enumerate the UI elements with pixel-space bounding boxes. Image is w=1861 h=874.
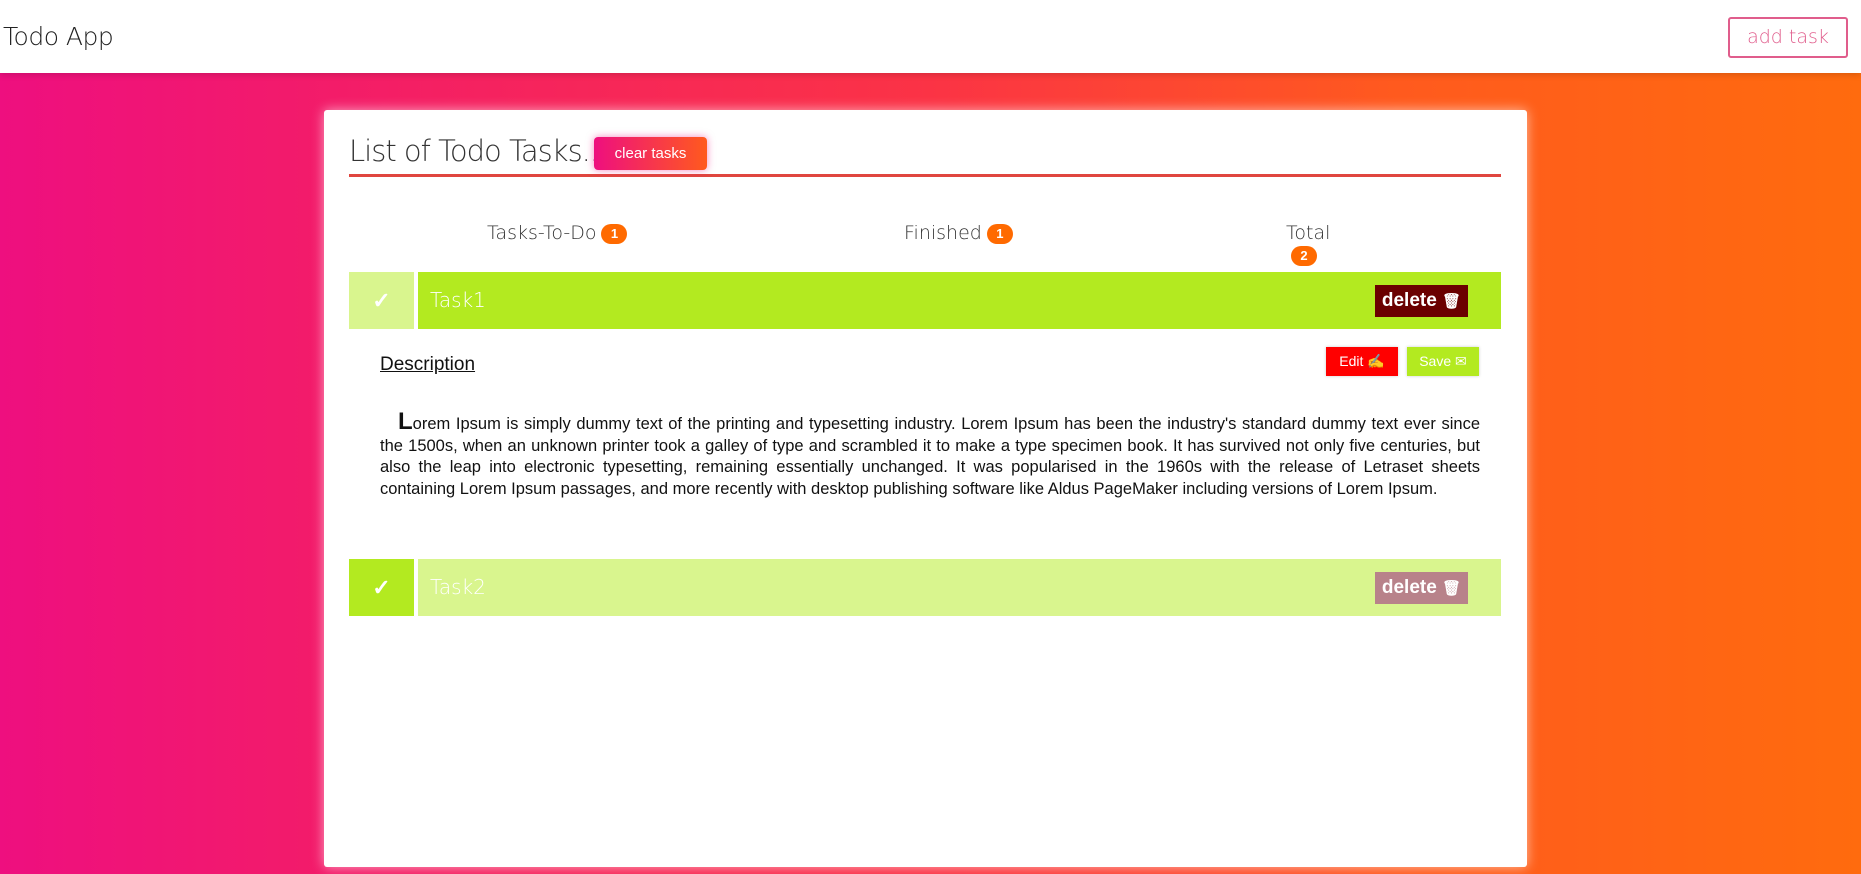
task-main[interactable]: Task2 delete 🗑 (418, 559, 1501, 616)
stat-total-label: Total (1286, 222, 1331, 244)
stat-total-badge: 2 (1291, 245, 1317, 266)
delete-button[interactable]: delete 🗑 (1375, 572, 1468, 604)
edit-label: Edit (1339, 353, 1364, 369)
description-text: Lorem Ipsum is simply dummy text of the … (380, 408, 1480, 500)
envelope-icon: ✉ (1455, 353, 1467, 369)
trash-icon: 🗑 (1442, 293, 1462, 310)
app-brand: Todo App (3, 22, 114, 51)
task-stats: Tasks-To-Do 1 Finished 1 Total2 (0, 222, 1330, 266)
stat-finished-badge: 1 (986, 223, 1013, 244)
description-body: orem Ipsum is simply dummy text of the p… (380, 415, 1480, 498)
check-icon: ✓ (372, 288, 391, 313)
stat-todo: Tasks-To-Do 1 (487, 222, 628, 244)
delete-label: delete (1381, 290, 1437, 311)
stat-finished-label: Finished (904, 222, 982, 244)
trash-icon: 🗑 (1442, 580, 1462, 597)
card-header: List of Todo Tasks... clear tasks (349, 134, 1501, 177)
task-name: Task1 (430, 288, 486, 312)
check-icon: ✓ (372, 575, 391, 600)
task-row: ✓ Task2 delete 🗑 (349, 559, 1501, 616)
description-dropcap: L (398, 408, 413, 435)
task-name: Task2 (430, 575, 486, 599)
stat-finished: Finished 1 (904, 222, 1013, 244)
task-check-toggle[interactable]: ✓ (349, 272, 414, 329)
task-main[interactable]: Task1 delete 🗑 (418, 272, 1501, 329)
save-button[interactable]: Save ✉ (1407, 347, 1479, 376)
task-check-toggle[interactable]: ✓ (349, 559, 414, 616)
edit-button[interactable]: Edit ✍ (1326, 347, 1398, 376)
stat-todo-label: Tasks-To-Do (487, 222, 597, 244)
delete-button[interactable]: delete 🗑 (1375, 285, 1468, 317)
add-task-button[interactable]: add task (1728, 17, 1848, 58)
navbar: Todo App add task (0, 0, 1861, 73)
page-title: List of Todo Tasks... (349, 134, 607, 168)
clear-tasks-button[interactable]: clear tasks (594, 137, 707, 170)
stat-todo-badge: 1 (601, 223, 628, 244)
task-row: ✓ Task1 delete 🗑 (349, 272, 1501, 329)
writing-hand-icon: ✍ (1367, 353, 1385, 369)
save-label: Save (1419, 353, 1452, 369)
stat-total: Total2 (1286, 222, 1330, 266)
description-label: Description (380, 354, 476, 375)
delete-label: delete (1381, 577, 1437, 598)
